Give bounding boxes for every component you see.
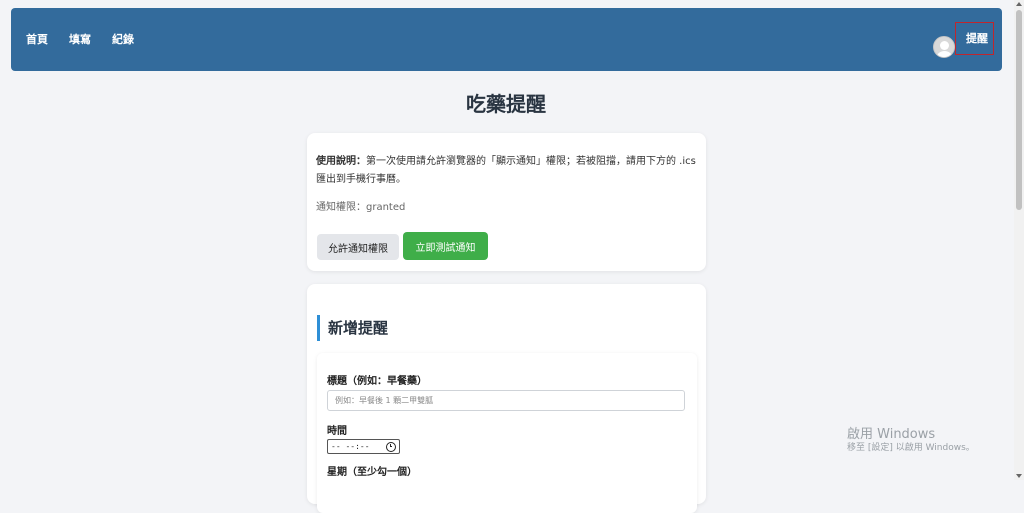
watermark-line1: 啟用 Windows	[847, 427, 936, 442]
usage-text: 第一次使用請允許瀏覽器的「顯示通知」權限；若被阻擋，請用下方的 .ics 匯出到…	[316, 156, 696, 185]
avatar[interactable]	[933, 36, 955, 58]
nav-records-link[interactable]: 紀錄	[112, 33, 134, 47]
usage-label: 使用說明：	[316, 156, 366, 167]
test-notification-button[interactable]: 立即測試通知	[403, 232, 488, 260]
scroll-up-arrow-icon[interactable]	[1016, 2, 1022, 6]
page-scrollbar[interactable]	[1014, 0, 1024, 480]
time-input[interactable]: -- --:--	[327, 439, 400, 454]
weekday-label: 星期（至少勾一個）	[327, 467, 417, 478]
clock-icon[interactable]	[386, 442, 396, 452]
section-title: 新增提醒	[317, 315, 388, 341]
title-label: 標題（例如：早餐藥）	[327, 376, 427, 387]
allow-notification-button[interactable]: 允許通知權限	[317, 234, 399, 260]
nav-fill-link[interactable]: 填寫	[69, 33, 91, 47]
windows-activation-watermark: 啟用 Windows 移至 [設定] 以啟用 Windows。	[847, 427, 975, 455]
page-title: 吃藥提醒	[466, 92, 546, 116]
nav-reminder-highlight: 提醒	[955, 22, 994, 55]
reminder-form: 標題（例如：早餐藥） 時間 -- --:-- 星期（至少勾一個）	[317, 353, 697, 513]
info-card: 使用說明：第一次使用請允許瀏覽器的「顯示通知」權限；若被阻擋，請用下方的 .ic…	[307, 133, 706, 271]
time-value: -- --:--	[331, 442, 370, 451]
nav-reminder-link[interactable]: 提醒	[966, 32, 988, 46]
avatar-user-icon	[940, 41, 949, 50]
top-navbar: 首頁 填寫 紀錄	[11, 8, 1002, 71]
scroll-thumb[interactable]	[1016, 10, 1022, 210]
title-input[interactable]	[327, 390, 685, 411]
watermark-line2: 移至 [設定] 以啟用 Windows。	[847, 443, 975, 453]
nav-home-link[interactable]: 首頁	[26, 33, 48, 47]
scroll-down-arrow-icon[interactable]	[1016, 474, 1022, 478]
usage-instructions: 使用說明：第一次使用請允許瀏覽器的「顯示通知」權限；若被阻擋，請用下方的 .ic…	[316, 153, 696, 189]
permission-status: 通知權限：granted	[316, 202, 406, 213]
add-reminder-card: 新增提醒 標題（例如：早餐藥） 時間 -- --:-- 星期（至少勾一個）	[307, 284, 706, 513]
time-label: 時間	[327, 426, 347, 437]
